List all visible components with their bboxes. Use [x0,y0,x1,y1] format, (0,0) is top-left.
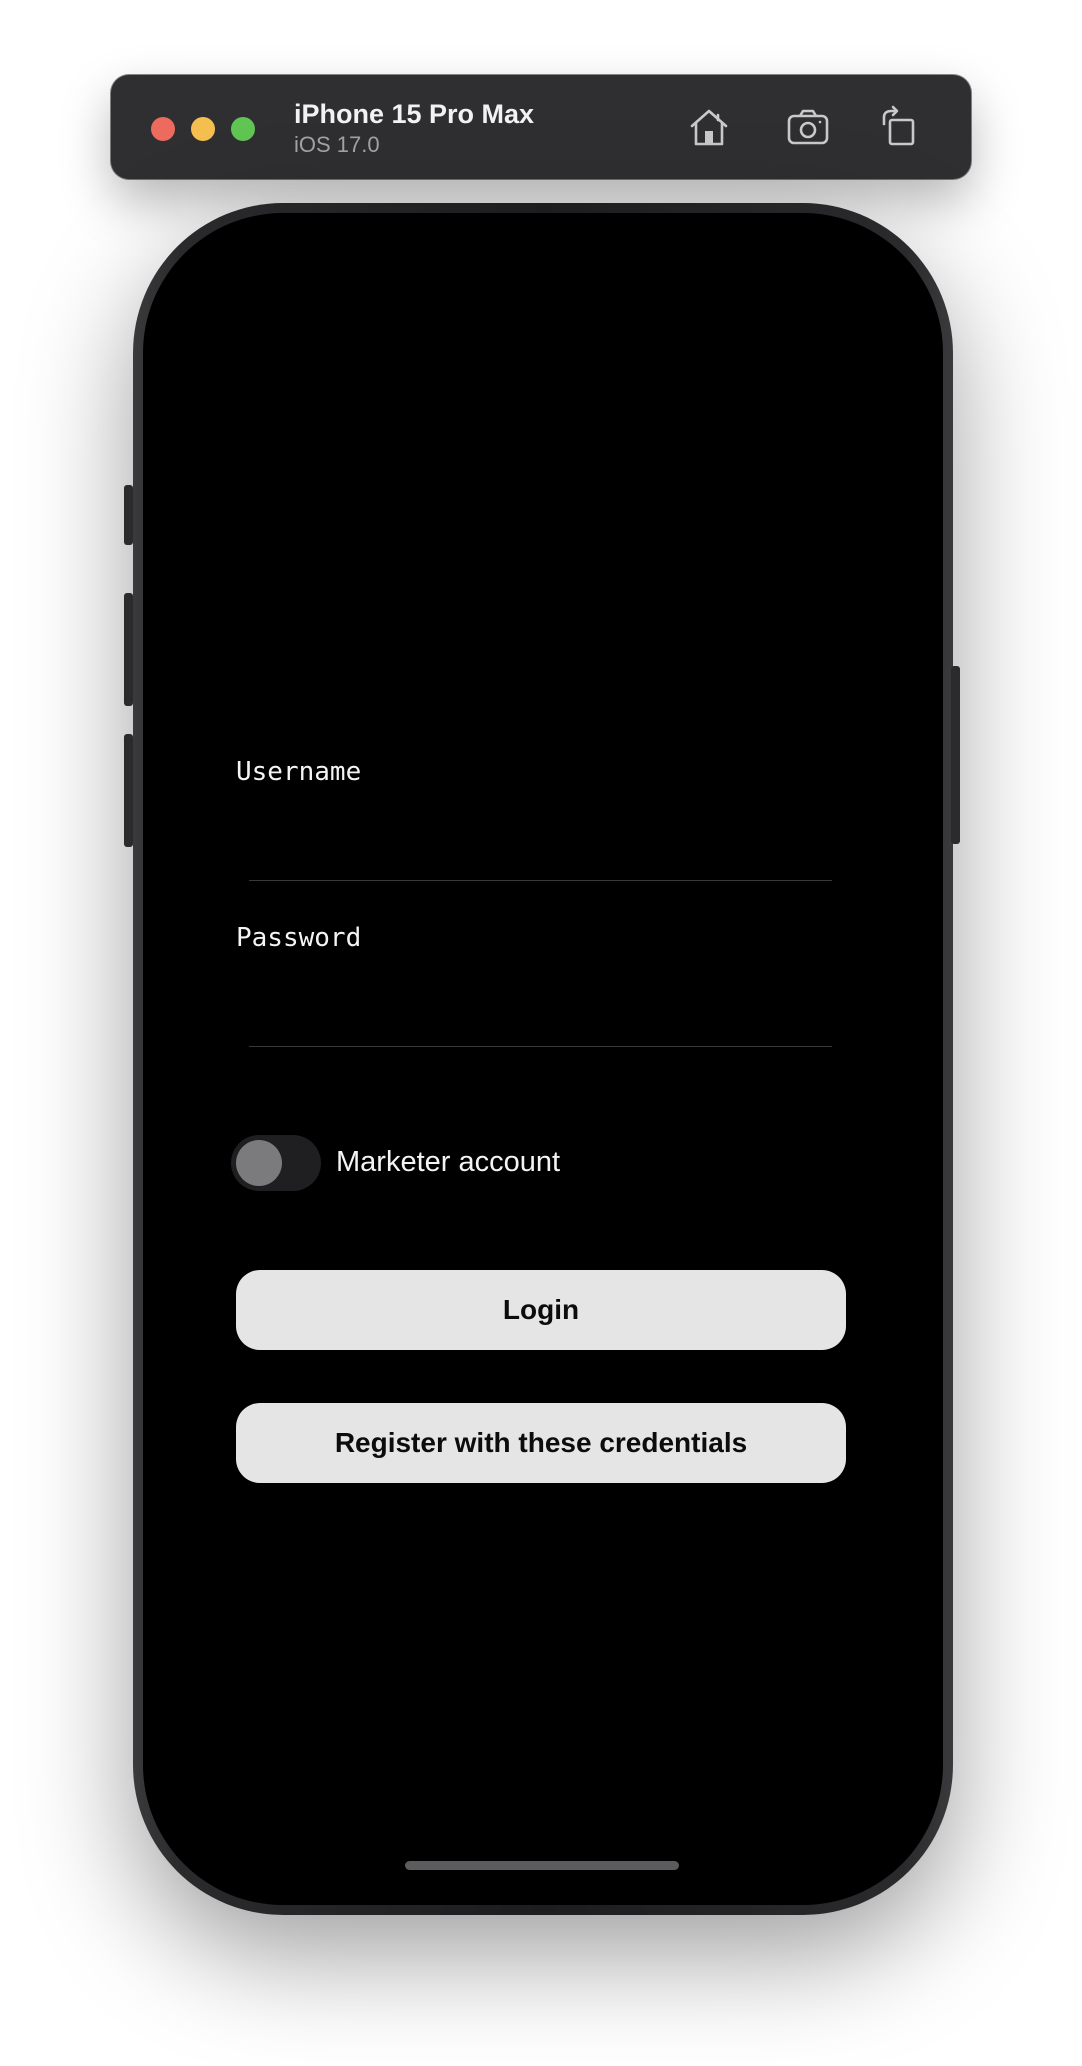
screenshot-icon[interactable] [784,103,832,151]
simulator-device-name: iPhone 15 Pro Max [294,99,535,129]
minimize-window-button[interactable] [191,117,215,141]
marketer-account-toggle[interactable] [231,1135,321,1191]
username-label: Username [236,757,362,787]
simulator-os-version: iOS 17.0 [294,132,380,157]
username-underline [249,880,832,881]
volume-down-side-button [124,734,133,847]
device-screen: Username Password Marketer account Login… [143,213,943,1905]
home-icon[interactable] [685,103,733,151]
rotate-icon[interactable] [874,103,922,151]
volume-up-side-button [124,593,133,706]
home-indicator[interactable] [405,1861,679,1870]
close-window-button[interactable] [151,117,175,141]
action-side-button [124,485,133,545]
simulator-title-bar: iPhone 15 Pro Max iOS 17.0 [111,75,971,179]
username-input[interactable] [249,809,832,861]
password-input[interactable] [249,975,832,1027]
password-underline [249,1046,832,1047]
password-label: Password [236,923,362,953]
register-button[interactable]: Register with these credentials [236,1403,846,1483]
toggle-knob [236,1140,282,1186]
marketer-account-label: Marketer account [336,1146,561,1178]
login-button[interactable]: Login [236,1270,846,1350]
power-side-button [951,666,960,844]
zoom-window-button[interactable] [231,117,255,141]
